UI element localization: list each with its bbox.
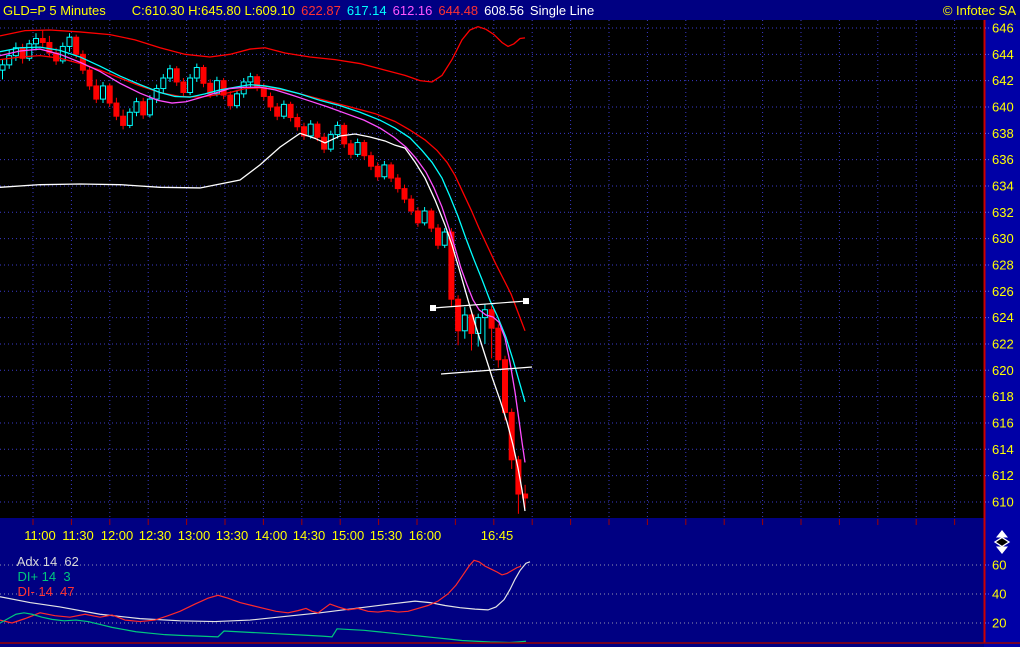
trendline-handle[interactable] bbox=[430, 305, 436, 312]
price-label: 646 bbox=[992, 21, 1014, 36]
time-label: 15:00 bbox=[332, 528, 365, 543]
price-label: 642 bbox=[992, 73, 1014, 88]
upper-band-value: 644.48 bbox=[438, 2, 479, 18]
indicator-legend: Adx 14 62 DI+ 14 3 DI- 14 47 bbox=[3, 539, 83, 599]
price-label: 638 bbox=[992, 126, 1014, 141]
time-label: 16:45 bbox=[481, 528, 514, 543]
price-label: 632 bbox=[992, 205, 1014, 220]
price-label: 634 bbox=[992, 178, 1014, 193]
time-label: 15:30 bbox=[370, 528, 403, 543]
price-label: 616 bbox=[992, 415, 1014, 430]
ohlc-summary: C:610.30 H:645.80 L:609.10 bbox=[131, 2, 296, 18]
indicator-scale-label: 20 bbox=[992, 616, 1006, 631]
time-label: 16:00 bbox=[409, 528, 442, 543]
trendline-handle[interactable] bbox=[523, 298, 529, 305]
di-minus-legend-label: DI- 14 47 bbox=[17, 584, 75, 599]
time-label: 13:30 bbox=[216, 528, 249, 543]
price-label: 620 bbox=[992, 363, 1014, 378]
price-label: 610 bbox=[992, 494, 1014, 509]
main-chart-svg[interactable]: 646 644 642 640 638 636 634 632 630 628 626 624 622 6… bbox=[0, 20, 1020, 647]
time-label: 13:00 bbox=[178, 528, 211, 543]
ema-cyan-value: 617.14 bbox=[346, 2, 387, 18]
symbol-period-label: GLD=P 5 Minutes bbox=[3, 2, 106, 18]
indicator-scale-label: 40 bbox=[992, 587, 1006, 602]
price-label: 614 bbox=[992, 442, 1014, 457]
time-label: 12:00 bbox=[101, 528, 134, 543]
price-label: 622 bbox=[992, 336, 1014, 351]
copyright-label: © Infotec SA bbox=[942, 2, 1016, 18]
chart-header-bar: GLD=P 5 Minutes C:610.30 H:645.80 L:609.… bbox=[0, 0, 1020, 20]
chart-background bbox=[0, 20, 984, 518]
price-label: 624 bbox=[992, 310, 1014, 325]
time-label: 14:00 bbox=[255, 528, 288, 543]
adx-legend-label: Adx 14 62 bbox=[16, 554, 79, 569]
ema-magenta-value: 612.16 bbox=[392, 2, 433, 18]
trading-app-window: GLD=P 5 Minutes C:610.30 H:645.80 L:609.… bbox=[0, 0, 1020, 647]
price-label: 628 bbox=[992, 257, 1014, 272]
ema-red-value: 622.87 bbox=[301, 2, 341, 18]
time-label: 12:30 bbox=[139, 528, 172, 543]
line-mode-label: Single Line bbox=[529, 2, 595, 18]
price-label: 636 bbox=[992, 152, 1014, 167]
price-label: 618 bbox=[992, 389, 1014, 404]
price-label: 630 bbox=[992, 231, 1014, 246]
price-label: 626 bbox=[992, 284, 1014, 299]
price-label: 644 bbox=[992, 47, 1014, 62]
lower-band-value: 608.56 bbox=[484, 2, 524, 18]
price-label: 612 bbox=[992, 468, 1014, 483]
di-plus-legend-label: DI+ 14 3 bbox=[17, 569, 71, 584]
time-label: 14:30 bbox=[293, 528, 326, 543]
price-label: 640 bbox=[992, 99, 1014, 114]
indicator-scale-label: 60 bbox=[992, 558, 1006, 573]
